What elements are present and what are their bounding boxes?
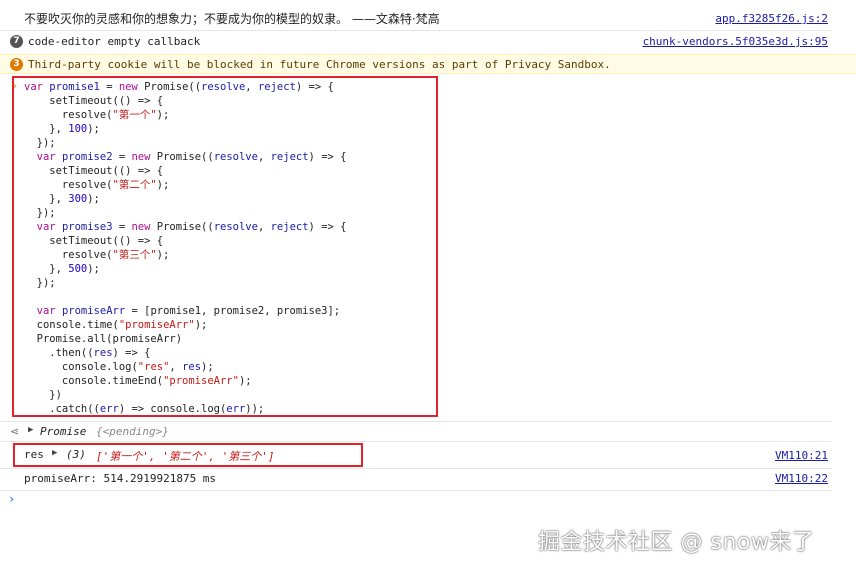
divider (0, 441, 832, 442)
code-line: var promise2 = new Promise((resolve, rej… (36, 151, 347, 163)
console-log-time: promiseArr: 514.2919921875 ms VM110:22 (0, 472, 856, 488)
code-line: setTimeout(() => { (24, 95, 164, 107)
result-state: {<pending>} (96, 425, 169, 438)
code-line: resolve("第三个"); (24, 249, 170, 261)
result-label: Promise (40, 425, 87, 438)
code-line: resolve("第二个"); (24, 179, 170, 191)
warning-text: Third-party cookie will be blocked in fu… (28, 58, 611, 71)
console-prompt-icon[interactable]: › (8, 492, 15, 506)
quote-text: 不要吹灭你的灵感和你的想象力；不要成为你的模型的奴隶。 ——文森特·梵高 (24, 12, 440, 26)
code-line: console.timeEnd("promiseArr"); (24, 375, 252, 387)
code-line: var promise1 = new Promise((resolve, rej… (24, 81, 334, 93)
code-line: }); (24, 277, 56, 289)
code-line: setTimeout(() => { (24, 235, 164, 247)
code-line: console.time("promiseArr"); (24, 319, 208, 331)
result-arrow-icon: ⋖ (10, 425, 20, 438)
code-line: }); (24, 137, 56, 149)
code-line: }); (24, 207, 56, 219)
code-line: resolve("第一个"); (24, 109, 170, 121)
res-values: ['第一个', '第二个', '第三个'] (96, 450, 275, 463)
code-line: }, 300); (24, 193, 100, 205)
code-line: setTimeout(() => { (24, 165, 164, 177)
code-line: Promise.all(promiseArr) (24, 333, 183, 345)
code-line: var promise3 = new Promise((resolve, rej… (36, 221, 347, 233)
console-message-quote: 不要吹灭你的灵感和你的想象力；不要成为你的模型的奴隶。 ——文森特·梵高 app… (0, 8, 856, 28)
repeat-count-badge: 7 (10, 35, 23, 48)
input-prompt-icon: › (12, 81, 19, 92)
time-text: promiseArr: 514.2919921875 ms (24, 472, 217, 485)
res-key: res (24, 448, 44, 461)
expand-triangle-icon[interactable]: ▶ (28, 425, 33, 435)
quote-source-link[interactable]: app.f3285f26.js:2 (715, 12, 828, 25)
code-line: var promiseArr = [promise1, promise2, pr… (36, 305, 341, 317)
code-line: }, 100); (24, 123, 100, 135)
res-source-link[interactable]: VM110:21 (775, 449, 828, 462)
callback-text: code-editor empty callback (28, 35, 201, 48)
res-count: (3) (66, 448, 86, 461)
code-line: }, 500); (24, 263, 100, 275)
expand-triangle-icon[interactable]: ▶ (52, 448, 57, 458)
divider (0, 421, 832, 422)
time-source-link[interactable]: VM110:22 (775, 472, 828, 485)
callback-source-link[interactable]: chunk-vendors.5f035e3d.js:95 (643, 35, 828, 48)
code-line: }) (24, 389, 62, 401)
console-log-res: res ▶ (3) ['第一个', '第二个', '第三个'] VM110:21 (0, 448, 856, 464)
console-message-callback: 7 code-editor empty callback chunk-vendo… (0, 33, 856, 51)
warning-count-badge: 3 (10, 58, 23, 71)
console-warning: 3 Third-party cookie will be blocked in … (0, 54, 856, 74)
code-line: .then((res) => { (24, 347, 151, 359)
console-result: ⋖ ▶ Promise {<pending>} (0, 424, 856, 440)
code-line: .catch((err) => console.log(err)); (24, 403, 265, 415)
divider (0, 468, 832, 469)
watermark: 掘金技术社区 @ snow来了 (538, 530, 815, 555)
code-line: console.log("res", res); (24, 361, 214, 373)
divider (0, 30, 832, 31)
divider (0, 490, 832, 491)
